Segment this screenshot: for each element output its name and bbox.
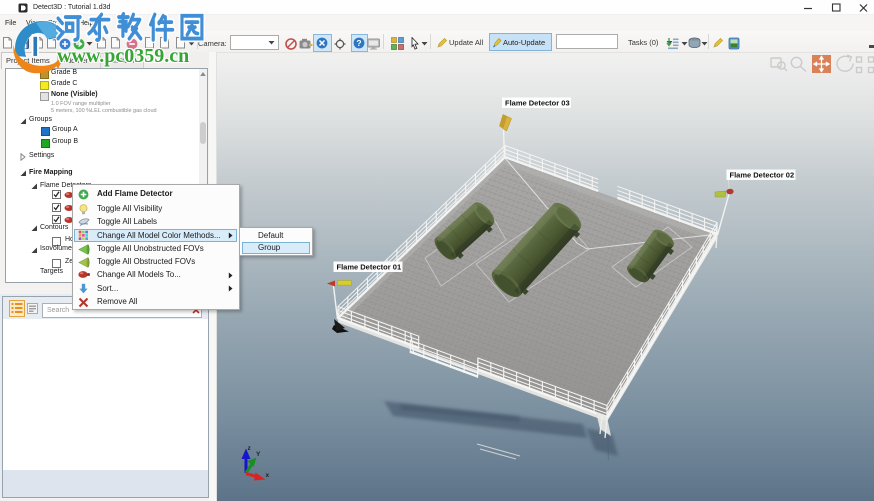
- svg-text:Flame Detector 03: Flame Detector 03: [505, 99, 570, 108]
- svg-text:Flame Detector 01: Flame Detector 01: [337, 263, 402, 272]
- svg-text:Flame Detector 02: Flame Detector 02: [730, 171, 795, 180]
- svg-text:x: x: [266, 472, 270, 479]
- svg-text:?: ?: [356, 38, 361, 48]
- svg-text:Y: Y: [256, 451, 261, 458]
